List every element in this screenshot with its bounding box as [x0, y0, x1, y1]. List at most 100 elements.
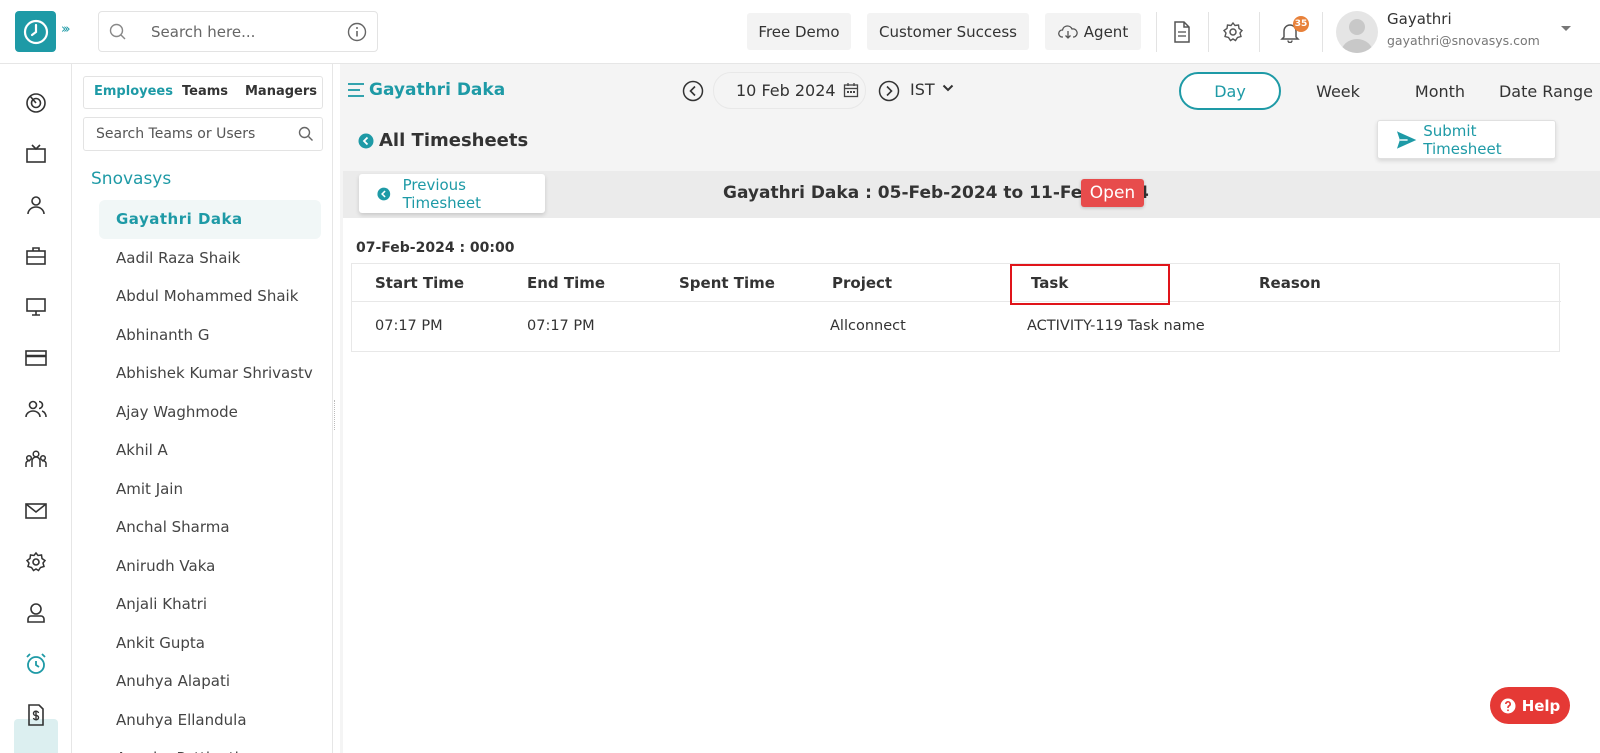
user-email: gayathri@snovasys.com	[1387, 33, 1540, 48]
list-item[interactable]: Abdul Mohammed Shaik	[99, 277, 321, 316]
send-icon	[1396, 130, 1417, 149]
selected-date: 10 Feb 2024	[736, 81, 836, 100]
employee-name: Gayathri Daka	[369, 80, 506, 100]
list-item[interactable]: Anchal Sharma	[99, 508, 321, 547]
column-end-time: End Time	[527, 274, 606, 292]
help-button[interactable]: Help	[1490, 687, 1570, 724]
info-icon[interactable]	[347, 22, 367, 42]
search-input[interactable]: Search here...	[151, 23, 255, 41]
list-item[interactable]: Akhil A	[99, 431, 321, 470]
team-search-input[interactable]: Search Teams or Users	[83, 117, 323, 151]
period-week[interactable]: Week	[1290, 72, 1386, 110]
user-icon[interactable]	[24, 193, 48, 217]
list-item[interactable]: Anuhya Ellandula	[99, 701, 321, 740]
back-circle-icon	[358, 133, 374, 148]
previous-timesheet-label: Previous Timesheet	[402, 175, 481, 212]
all-timesheets-link[interactable]: All Timesheets	[358, 130, 528, 151]
column-reason: Reason	[1259, 274, 1321, 292]
search-icon	[298, 126, 313, 141]
document-icon[interactable]	[1171, 20, 1193, 44]
cell-task: ACTIVITY-119 Task name	[1027, 318, 1205, 334]
list-item[interactable]: Ankit Gupta	[99, 624, 321, 663]
list-item[interactable]: Aadil Raza Shaik	[99, 239, 321, 278]
mail-icon[interactable]	[24, 499, 48, 523]
column-spent-time: Spent Time	[679, 274, 775, 292]
clock-logo-icon	[23, 19, 48, 44]
cell-start-time: 07:17 PM	[375, 318, 443, 334]
date-picker[interactable]: 10 Feb 2024	[713, 72, 866, 109]
timesheet-header: Previous Timesheet Gayathri Daka : 05-Fe…	[343, 171, 1600, 218]
column-project: Project	[832, 274, 893, 292]
chevron-down-icon[interactable]	[942, 83, 954, 93]
credit-card-icon[interactable]	[24, 346, 48, 370]
award-icon[interactable]	[24, 601, 48, 625]
submit-timesheet-button[interactable]: Submit Timesheet	[1377, 120, 1556, 159]
list-item[interactable]: Anuhya Alapati	[99, 662, 321, 701]
menu-icon	[348, 83, 364, 97]
tv-icon[interactable]	[24, 142, 48, 166]
list-item[interactable]: Anusha Pattipati	[99, 739, 321, 753]
panel-resize-handle[interactable]	[334, 400, 338, 430]
notification-badge: 35	[1293, 16, 1309, 32]
divider	[1259, 12, 1260, 52]
app-logo[interactable]	[15, 11, 56, 52]
status-badge: Open	[1081, 179, 1144, 207]
agent-label: Agent	[1083, 22, 1129, 41]
global-search[interactable]: Search here...	[98, 11, 378, 52]
calendar-icon	[843, 83, 859, 98]
period-day[interactable]: Day	[1179, 72, 1281, 110]
team-search-placeholder: Search Teams or Users	[96, 126, 256, 142]
free-demo-button[interactable]: Free Demo	[747, 13, 851, 50]
timezone-select[interactable]: IST	[910, 80, 935, 99]
period-date-range[interactable]: Date Range	[1496, 72, 1596, 110]
list-item[interactable]: Ajay Waghmode	[99, 393, 321, 432]
list-item[interactable]: Anjali Khatri	[99, 585, 321, 624]
briefcase-icon[interactable]	[24, 244, 48, 268]
list-item[interactable]: Anirudh Vaka	[99, 547, 321, 586]
user-name: Gayathri	[1387, 10, 1452, 28]
customer-success-button[interactable]: Customer Success	[867, 13, 1029, 50]
settings-icon[interactable]	[24, 550, 48, 574]
dashboard-icon[interactable]	[24, 91, 48, 115]
icon-rail	[0, 64, 72, 753]
previous-timesheet-button[interactable]: Previous Timesheet	[359, 174, 545, 213]
org-name[interactable]: Snovasys	[91, 169, 171, 189]
tab-managers[interactable]: Managers	[245, 84, 317, 99]
list-item[interactable]: Abhishek Kumar Shrivastv	[99, 354, 321, 393]
employee-title[interactable]: Gayathri Daka	[347, 80, 505, 100]
divider	[1322, 12, 1323, 52]
main-content: Gayathri Daka 10 Feb 2024 IST Day Week M…	[340, 64, 1600, 753]
agent-button[interactable]: Agent	[1045, 13, 1141, 50]
top-bar: ››› Search here... Free Demo Customer Su…	[0, 0, 1600, 64]
team-panel: Employees Teams Managers Search Teams or…	[72, 64, 333, 753]
table-header: Start Time End Time Spent Time Project T…	[352, 264, 1561, 302]
cloud-download-icon	[1057, 24, 1078, 39]
list-item[interactable]: Gayathri Daka	[99, 200, 321, 239]
tab-teams[interactable]: Teams	[182, 84, 228, 99]
day-label: 07-Feb-2024 : 00:00	[356, 240, 515, 256]
user-menu-caret-icon[interactable]	[1561, 26, 1571, 31]
alarm-clock-icon[interactable]	[24, 652, 48, 676]
task-column-highlight	[1010, 264, 1170, 305]
tab-employees[interactable]: Employees	[94, 84, 173, 99]
list-item[interactable]: Amit Jain	[99, 470, 321, 509]
cell-end-time: 07:17 PM	[527, 318, 595, 334]
divider	[1156, 12, 1157, 52]
chevron-right-icon[interactable]	[878, 80, 900, 102]
users-icon[interactable]	[24, 397, 48, 421]
chevron-left-icon[interactable]	[682, 80, 704, 102]
invoice-icon[interactable]	[24, 703, 48, 727]
submit-timesheet-label: Submit Timesheet	[1423, 121, 1502, 158]
avatar[interactable]	[1336, 11, 1378, 53]
expand-sidebar-icon[interactable]: ›››	[61, 22, 70, 37]
monitor-icon[interactable]	[24, 295, 48, 319]
settings-gear-icon[interactable]	[1222, 21, 1244, 43]
divider	[1208, 12, 1209, 52]
timesheet-card: Previous Timesheet Gayathri Daka : 05-Fe…	[343, 171, 1600, 753]
list-item[interactable]: Abhinanth G	[99, 316, 321, 355]
timesheet-table: Start Time End Time Spent Time Project T…	[351, 263, 1561, 352]
period-month[interactable]: Month	[1390, 72, 1490, 110]
user-avatar-icon	[1341, 19, 1373, 53]
user-list: Gayathri Daka Aadil Raza Shaik Abdul Moh…	[99, 200, 321, 753]
team-icon[interactable]	[24, 448, 48, 472]
